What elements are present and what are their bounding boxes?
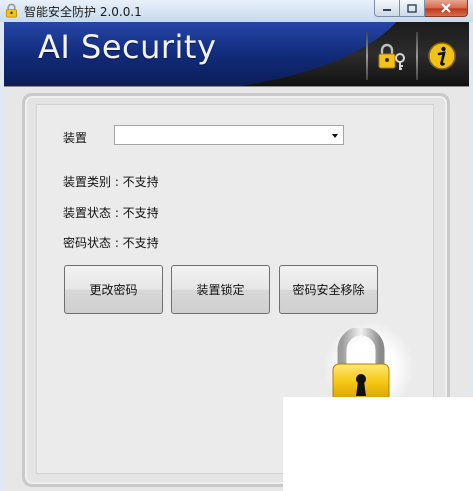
window-title: 智能安全防护 2.0.0.1 [24,5,142,19]
banner-divider [416,32,418,80]
device-type-text: 装置类别 : 不支持 [63,175,159,189]
title-bar[interactable]: 智能安全防护 2.0.0.1 [0,0,473,22]
lock-device-button[interactable]: 装置锁定 [171,265,270,314]
minimize-button[interactable] [374,0,400,17]
banner-title: AI Security [38,28,217,66]
maximize-button[interactable] [400,0,425,17]
device-select[interactable] [114,125,344,145]
keys-lock-icon[interactable] [376,40,408,72]
device-status-text: 装置状态 : 不支持 [63,206,159,220]
device-label: 装置 [63,131,88,145]
info-icon[interactable] [426,40,458,72]
header-banner: AI Security [4,22,469,87]
blank-region [283,397,473,491]
minimize-icon [383,9,391,11]
chevron-down-icon [332,134,338,138]
maximize-icon [407,3,417,13]
close-button[interactable] [425,0,468,17]
app-lock-icon [5,3,18,18]
remove-password-button[interactable]: 密码安全移除 [279,265,378,314]
app-window: 智能安全防护 2.0.0.1 AI Security 装置 装置类别: 不支持… [0,0,473,491]
padlock-icon [332,328,390,403]
close-icon [441,3,451,13]
change-password-button[interactable]: 更改密码 [64,265,163,314]
password-status-text: 密码状态 : 不支持 [63,236,159,250]
window-controls [374,0,468,18]
banner-divider [366,32,368,80]
